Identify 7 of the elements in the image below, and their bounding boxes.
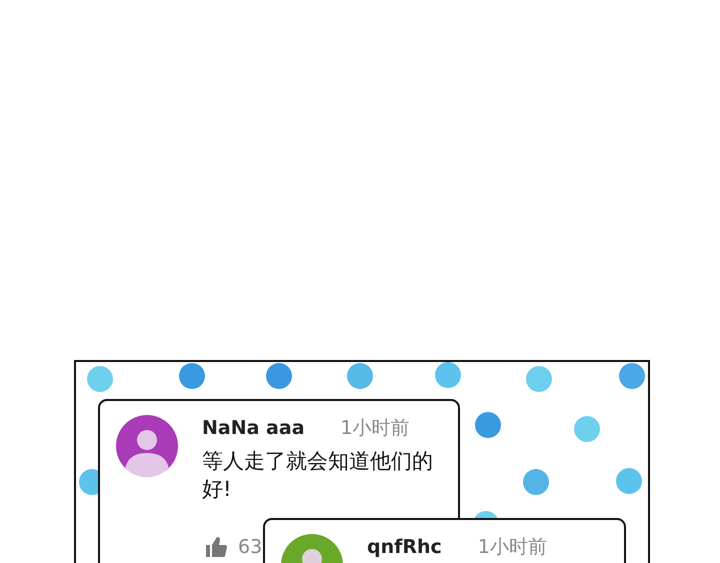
comment-text: 等人走了就会知道他们的好! (202, 448, 434, 503)
thumbs-up-icon[interactable] (204, 535, 228, 559)
timestamp: 1小时前 (340, 417, 410, 439)
timestamp: 1小时前 (478, 536, 547, 558)
like-count: 63 (238, 536, 262, 558)
username: NaNa aaa (202, 417, 305, 439)
username: qnfRhc (367, 536, 442, 558)
